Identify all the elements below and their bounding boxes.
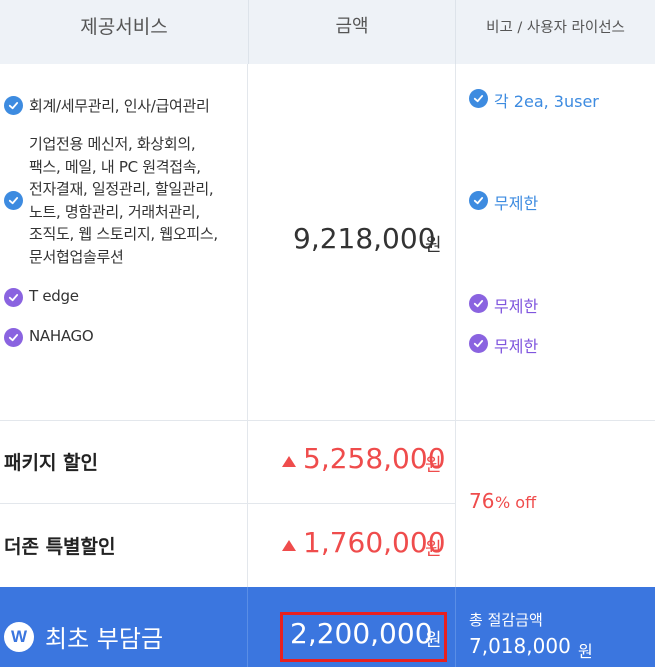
base-amount-unit: 원 bbox=[425, 235, 442, 256]
wehago-logo-icon: W bbox=[4, 622, 34, 652]
service-line: 조직도, 웹 스토리지, 웹오피스, bbox=[29, 225, 218, 243]
discount-rate-value: 76 bbox=[469, 489, 495, 513]
service-line: 전자결재, 일정관리, 할일관리, bbox=[29, 180, 214, 198]
check-circle-icon bbox=[469, 191, 488, 210]
license-label: 무제한 bbox=[494, 194, 539, 213]
service-label: NAHAGO bbox=[29, 327, 94, 345]
package-discount-label: 패키지 할인 bbox=[4, 452, 99, 474]
service-label: 회계/세무관리, 인사/급여관리 bbox=[29, 97, 210, 115]
service-label: T edge bbox=[29, 287, 79, 305]
service-line: 문서협업솔루션 bbox=[29, 247, 124, 266]
triangle-up-icon bbox=[282, 540, 296, 551]
initial-payment-label: 최초 부담금 bbox=[45, 625, 164, 653]
discount-rate-suffix: % off bbox=[495, 493, 537, 512]
service-label: 기업전용 메신저, 화상회의, 팩스, 메일, 내 PC 원격접속, 전자결재,… bbox=[29, 133, 218, 268]
check-circle-icon bbox=[469, 89, 488, 108]
header-service: 제공서비스 bbox=[80, 16, 168, 38]
check-circle-icon bbox=[469, 294, 488, 313]
total-savings-amount: 7,018,000 bbox=[469, 634, 571, 658]
package-discount-unit: 원 bbox=[425, 455, 442, 476]
special-discount-unit: 원 bbox=[425, 539, 442, 560]
row-divider bbox=[0, 420, 655, 421]
total-savings-unit: 원 bbox=[578, 642, 593, 661]
table-header: 제공서비스 금액 비고 / 사용자 라이선스 bbox=[0, 0, 655, 64]
footer-divider bbox=[247, 587, 248, 667]
footer-divider bbox=[455, 587, 456, 667]
check-circle-icon bbox=[4, 328, 23, 347]
check-circle-icon bbox=[4, 288, 23, 307]
column-divider bbox=[247, 64, 248, 587]
header-license: 비고 / 사용자 라이선스 bbox=[455, 0, 655, 64]
service-line: 기업전용 메신저, 화상회의, bbox=[29, 135, 196, 153]
license-label: 무제한 bbox=[494, 297, 539, 316]
special-discount-label: 더존 특별할인 bbox=[4, 536, 116, 558]
row-divider bbox=[0, 503, 455, 504]
header-amount: 금액 bbox=[248, 0, 455, 64]
initial-payment-amount: 2,200,000 bbox=[290, 617, 433, 650]
license-label: 무제한 bbox=[494, 337, 539, 356]
triangle-up-icon bbox=[282, 456, 296, 467]
base-amount-value: 9,218,000 bbox=[293, 222, 436, 255]
check-circle-icon bbox=[469, 334, 488, 353]
service-line: 팩스, 메일, 내 PC 원격접속, bbox=[29, 157, 201, 176]
initial-payment-unit: 원 bbox=[425, 630, 442, 651]
check-circle-icon bbox=[4, 191, 23, 210]
service-line: 노트, 명함관리, 거래처관리, bbox=[29, 202, 200, 221]
license-label: 각 2ea, 3user bbox=[494, 92, 599, 111]
column-divider bbox=[455, 64, 456, 587]
total-savings-label: 총 절감금액 bbox=[469, 611, 543, 629]
check-circle-icon bbox=[4, 96, 23, 115]
